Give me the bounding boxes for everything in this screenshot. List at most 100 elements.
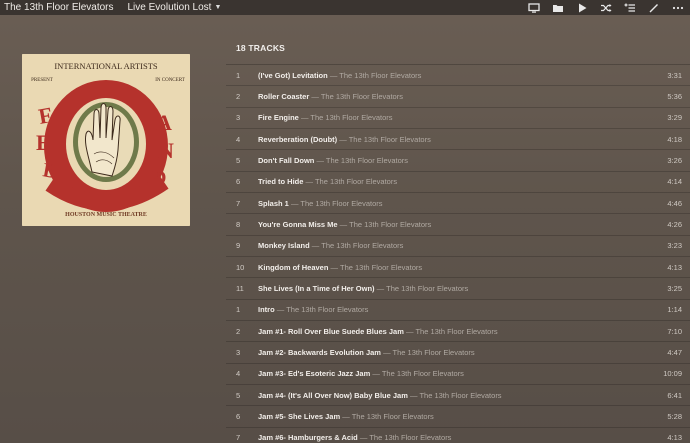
track-duration: 3:31 <box>667 70 682 80</box>
track-row[interactable]: 9 Monkey Island — The 13th Floor Elevator… <box>226 234 690 256</box>
track-title: Jam #6- Hamburgers & Acid <box>258 433 358 443</box>
track-row[interactable]: 4 Reverberation (Doubt) — The 13th Floor … <box>226 127 690 149</box>
track-number: 7 <box>236 433 241 443</box>
track-row[interactable]: 6 Tried to Hide — The 13th Floor Elevator… <box>226 170 690 192</box>
add-to-queue-icon <box>624 3 635 12</box>
track-artist[interactable]: The 13th Floor Elevators <box>382 369 464 378</box>
track-row[interactable]: 5 Jam #4- (It's All Over Now) Baby Blue J… <box>226 383 690 405</box>
track-duration: 4:14 <box>667 177 682 187</box>
track-artist[interactable]: The 13th Floor Elevators <box>339 71 421 80</box>
track-artist[interactable]: The 13th Floor Elevators <box>393 348 475 357</box>
album-cover[interactable]: INTERNATIONAL ARTISTS PRESENT IN CONCERT… <box>22 54 190 226</box>
track-artist[interactable]: The 13th Floor Elevators <box>315 177 397 186</box>
track-title: Splash 1 <box>258 198 289 208</box>
edit-icon <box>649 3 658 12</box>
track-row[interactable]: 11 She Lives (In a Time of Her Own) — The… <box>226 277 690 298</box>
edit-button[interactable] <box>642 0 666 15</box>
track-row[interactable]: 4 Jam #3- Ed's Esoteric Jazz Jam — The 13… <box>226 362 690 384</box>
track-title-cell: Roller Coaster — The 13th Floor Elevator… <box>258 92 650 101</box>
track-row[interactable]: 1 Intro — The 13th Floor Elevators 1:14 <box>226 298 690 320</box>
svg-text:A: A <box>156 110 172 135</box>
track-duration: 7:10 <box>667 326 682 336</box>
track-number: 7 <box>236 198 241 208</box>
track-artist[interactable]: The 13th Floor Elevators <box>349 220 431 229</box>
track-title: Monkey Island <box>258 241 310 251</box>
track-artist[interactable]: The 13th Floor Elevators <box>352 412 434 421</box>
track-number: 5 <box>236 390 241 400</box>
track-number: 6 <box>236 177 241 187</box>
track-title: Jam #2- Backwards Evolution Jam <box>258 347 381 357</box>
top-bar: The 13th Floor Elevators Live Evolution … <box>0 0 690 15</box>
track-row[interactable]: 10 Kingdom of Heaven — The 13th Floor Ele… <box>226 255 690 277</box>
breadcrumb-artist[interactable]: The 13th Floor Elevators <box>4 2 114 13</box>
track-row[interactable]: 3 Fire Engine — The 13th Floor Elevators 3… <box>226 106 690 128</box>
track-artist[interactable]: The 13th Floor Elevators <box>300 199 382 208</box>
track-row[interactable]: 2 Jam #1- Roll Over Blue Suede Blues Jam … <box>226 319 690 341</box>
track-duration: 4:13 <box>667 262 682 272</box>
track-duration: 1:14 <box>667 305 682 315</box>
track-artist[interactable]: The 13th Floor Elevators <box>326 156 408 165</box>
track-separator: — <box>339 134 347 144</box>
breadcrumb-album: Live Evolution Lost <box>127 2 212 13</box>
track-duration: 3:23 <box>667 241 682 251</box>
track-title-cell: Don't Fall Down — The 13th Floor Elevato… <box>258 156 650 165</box>
svg-text:N: N <box>158 138 174 163</box>
track-artist[interactable]: The 13th Floor Elevators <box>369 433 451 442</box>
track-artist[interactable]: The 13th Floor Elevators <box>286 305 368 314</box>
folder-icon <box>553 4 563 12</box>
track-list: 1 (I've Got) Levitation — The 13th Floor … <box>226 64 690 443</box>
track-artist[interactable]: The 13th Floor Elevators <box>415 327 497 336</box>
track-duration: 6:41 <box>667 390 682 400</box>
track-number: 3 <box>236 113 241 123</box>
track-artist[interactable]: The 13th Floor Elevators <box>321 92 403 101</box>
track-number: 4 <box>236 369 241 379</box>
track-separator: — <box>300 113 309 123</box>
track-separator: — <box>372 369 380 379</box>
track-title-cell: Intro — The 13th Floor Elevators <box>258 305 650 314</box>
track-artist[interactable]: The 13th Floor Elevators <box>340 263 422 272</box>
track-title-cell: Jam #2- Backwards Evolution Jam — The 13… <box>258 348 650 357</box>
track-row[interactable]: 3 Jam #2- Backwards Evolution Jam — The 1… <box>226 341 690 362</box>
add-to-queue-button[interactable] <box>618 0 642 15</box>
monitor-button[interactable] <box>522 0 546 15</box>
track-title-cell: Monkey Island — The 13th Floor Elevators <box>258 241 650 250</box>
track-title: Intro <box>258 305 275 315</box>
track-row[interactable]: 6 Jam #5- She Lives Jam — The 13th Floor … <box>226 405 690 426</box>
track-duration: 4:26 <box>667 219 682 229</box>
track-separator: — <box>276 305 285 315</box>
track-row[interactable]: 7 Jam #6- Hamburgers & Acid — The 13th Fl… <box>226 426 690 443</box>
track-title-cell: Tried to Hide — The 13th Floor Elevators <box>258 177 650 186</box>
play-button[interactable] <box>570 0 594 15</box>
track-artist[interactable]: The 13th Floor Elevators <box>349 135 431 144</box>
track-separator: — <box>409 390 418 400</box>
cover-left-text: PRESENT <box>31 78 53 83</box>
track-duration: 3:29 <box>667 113 682 123</box>
track-title-cell: You're Gonna Miss Me — The 13th Floor El… <box>258 220 650 229</box>
track-row[interactable]: 7 Splash 1 — The 13th Floor Elevators 4:46 <box>226 191 690 213</box>
track-title-cell: Jam #4- (It's All Over Now) Baby Blue Ja… <box>258 391 650 400</box>
track-title: Kingdom of Heaven <box>258 262 329 272</box>
open-folder-button[interactable] <box>546 0 570 15</box>
more-button[interactable] <box>666 0 690 15</box>
track-artist[interactable]: The 13th Floor Elevators <box>386 284 468 293</box>
track-number: 2 <box>236 91 241 101</box>
track-title: Jam #3- Ed's Esoteric Jazz Jam <box>258 369 371 379</box>
track-title-cell: Fire Engine — The 13th Floor Elevators <box>258 113 650 122</box>
shuffle-button[interactable] <box>594 0 618 15</box>
track-title: Fire Engine <box>258 113 299 123</box>
track-duration: 10:09 <box>663 369 682 379</box>
track-title: Reverberation (Doubt) <box>258 134 338 144</box>
track-row[interactable]: 8 You're Gonna Miss Me — The 13th Floor E… <box>226 213 690 234</box>
track-artist[interactable]: The 13th Floor Elevators <box>419 391 501 400</box>
track-number: 8 <box>236 219 241 229</box>
track-artist[interactable]: The 13th Floor Elevators <box>321 241 403 250</box>
cover-right-text: IN CONCERT <box>155 78 185 83</box>
track-title-cell: Jam #5- She Lives Jam — The 13th Floor E… <box>258 412 650 421</box>
track-row[interactable]: 5 Don't Fall Down — The 13th Floor Elevat… <box>226 149 690 170</box>
track-title-cell: (I've Got) Levitation — The 13th Floor E… <box>258 71 650 80</box>
track-artist[interactable]: The 13th Floor Elevators <box>310 113 392 122</box>
toolbar <box>522 0 690 15</box>
album-dropdown[interactable]: Live Evolution Lost ▼ <box>128 2 222 13</box>
track-row[interactable]: 2 Roller Coaster — The 13th Floor Elevato… <box>226 85 690 106</box>
track-row[interactable]: 1 (I've Got) Levitation — The 13th Floor … <box>226 64 690 85</box>
